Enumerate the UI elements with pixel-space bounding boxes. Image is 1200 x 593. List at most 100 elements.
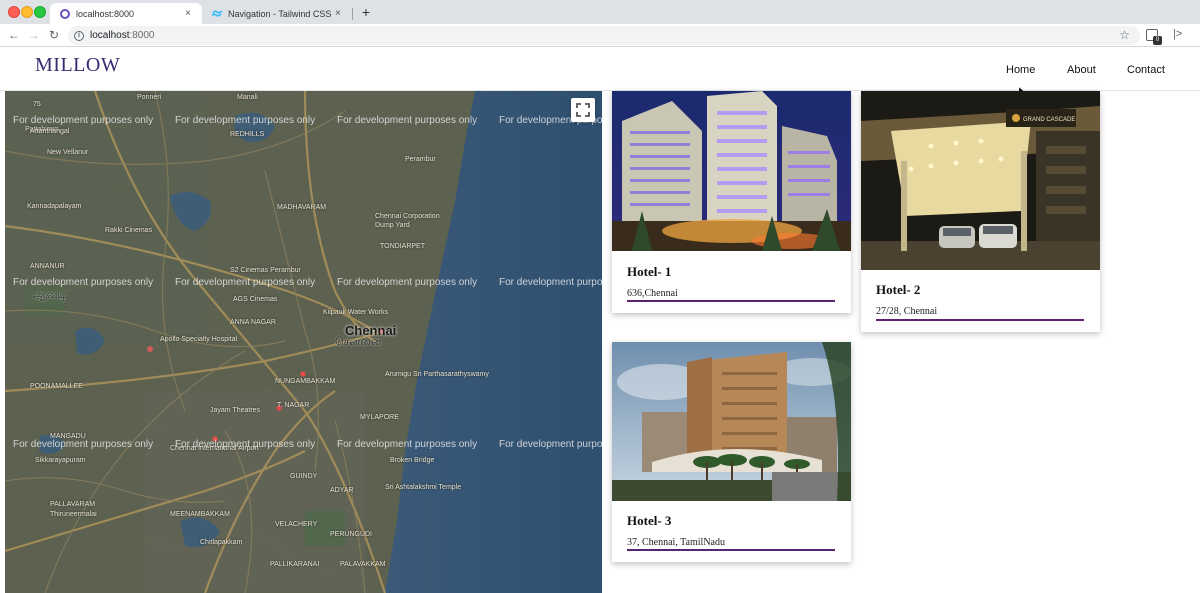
map-label-jayam: Jayam Theatres [210, 407, 261, 414]
map-label-anna-nagar: ANNA NAGAR [230, 319, 276, 326]
map-label-annanur: ANNANUR [30, 263, 65, 270]
hotel-photo [612, 342, 851, 501]
browser-tab-tailwind[interactable]: Navigation - Tailwind CSS × [202, 3, 352, 24]
map-label-dump-yard: Dump Yard [375, 222, 410, 229]
map-label-nungambakkam: NUNGAMBAKKAM [275, 378, 336, 385]
map-label-ags-cinemas: AGS Cinemas [233, 296, 278, 303]
dev-watermark: For development purposes only [13, 439, 154, 450]
map-label-poonamallee: POONAMALLEE [30, 383, 83, 390]
map-label-chitlapakkam: Chitlapakkam [200, 539, 243, 546]
map-label-new-vellanur: New Vellanur [47, 149, 89, 156]
hotel-name: Hotel- 1 [627, 264, 672, 279]
bookmark-star-icon[interactable]: ☆ [1119, 28, 1130, 42]
tab-title: localhost:8000 [76, 8, 135, 19]
tab-divider [352, 8, 353, 20]
map-label-pallikaranai: PALLIKARANAI [270, 561, 320, 568]
window-close-button[interactable] [8, 6, 20, 18]
site-info-icon[interactable]: i [74, 30, 84, 41]
dev-watermark: For development purposes only [13, 115, 154, 126]
hotel-photo [612, 91, 851, 251]
tab-close-icon[interactable]: × [332, 8, 344, 19]
map-label-tondiarpet: TONDIARPET [380, 243, 425, 250]
site-header: MILLOW Home About Contact [0, 48, 1200, 91]
dev-watermark: For development purposes only [175, 115, 316, 126]
map-label-mylapore: MYLAPORE [360, 414, 399, 421]
reload-icon[interactable]: ↻ [47, 28, 61, 42]
window-zoom-button[interactable] [34, 6, 46, 18]
map-label-apollo: Apollo Specialty Hospital [160, 336, 238, 343]
dev-watermark: For development purposes only [499, 439, 602, 450]
map-label-velachery: VELACHERY [275, 521, 318, 528]
map-label-broken-bridge: Broken Bridge [390, 457, 435, 464]
hotel-card[interactable]: Hotel- 1 636,Chennai [612, 91, 851, 313]
map-label-madhavaram: MADHAVARAM [277, 204, 327, 211]
map-label-palavakkam: PALAVAKKAM [340, 561, 386, 568]
url-host: localhost [90, 30, 130, 41]
hotel-photo: GRAND CASCADE [861, 91, 1100, 270]
site-logo[interactable]: MILLOW [35, 54, 120, 77]
dev-watermark: For development purposes only [499, 277, 602, 288]
browser-toolbar: ← → ↻ i localhost:8000 ☆ 0 |> [0, 24, 1200, 47]
url-port: :8000 [129, 30, 155, 41]
fullscreen-icon [576, 103, 590, 117]
map-label-attanthangal: Attanthangal [30, 128, 70, 135]
hotel-sign-text: GRAND CASCADE [1023, 117, 1075, 123]
map-label-pallavaram: PALLAVARAM [50, 501, 96, 508]
map-label-rakki-cinemas: Rakki Cinemas [105, 227, 153, 234]
nav-about-link[interactable]: About [1067, 64, 1096, 76]
map-label-t-nagar: T. NAGAR [277, 402, 310, 409]
forward-arrow-icon[interactable]: → [27, 28, 41, 42]
address-underline [876, 319, 1084, 321]
nav-home-link[interactable]: Home [1006, 64, 1035, 76]
site-favicon-icon [60, 8, 70, 19]
map-label-arumigu: Arumigu Sri Parthasarathyswamy [385, 371, 489, 378]
dev-watermark: For development purposes only [337, 115, 478, 126]
tab-title: Navigation - Tailwind CSS [228, 8, 332, 19]
extension-icon[interactable]: 0 [1146, 29, 1162, 45]
dev-watermark: For development purposes only [175, 439, 316, 450]
map-label-chennai-tamil: சென்னை [335, 336, 382, 348]
map-view[interactable]: Ponneri Manali 75 Pattabiram Attanthanga… [5, 91, 602, 593]
map-label-s2-cinemas: S2 Cinemas Perambur [230, 267, 301, 274]
map-label-perungudi: PERUNGUDI [330, 531, 373, 538]
map-label-manali: Manali [237, 94, 258, 101]
map-fullscreen-button[interactable] [571, 98, 595, 122]
dev-watermark: For development purposes only [13, 277, 154, 288]
nav-contact-link[interactable]: Contact [1127, 64, 1165, 76]
browser-tab-bar: localhost:8000 × Navigation - Tailwind C… [0, 0, 1200, 24]
hotel-name: Hotel- 3 [627, 513, 672, 528]
dev-watermark: For development purposes only [337, 439, 478, 450]
map-label-sikkarayapuram: Sikkarayapuram [35, 457, 86, 464]
extension-badge: 0 [1153, 36, 1162, 45]
browser-tab-localhost[interactable]: localhost:8000 × [50, 3, 202, 24]
dev-watermark: For development purposes only [175, 277, 316, 288]
hotel-name: Hotel- 2 [876, 282, 921, 297]
address-underline [627, 300, 835, 302]
hotel-card[interactable]: GRAND CASCADE Hotel- 2 27/28, Chennai [861, 91, 1100, 332]
address-bar[interactable]: i localhost:8000 ☆ [68, 26, 1140, 45]
hotel-address: 636,Chennai [627, 288, 678, 299]
map-label-redhills: REDHILLS [230, 131, 265, 138]
map-label-adyar: ADYAR [330, 487, 354, 494]
send-tab-icon[interactable]: |> [1173, 28, 1182, 40]
window-minimize-button[interactable] [21, 6, 33, 18]
map-route-75: 75 [33, 101, 41, 108]
map-label-guindy: GUINDY [290, 473, 318, 480]
map-label-chennai-corporation: Chennai Corporation [375, 213, 440, 220]
map-label-perambur: Perambur [405, 156, 436, 163]
hotel-address: 37, Chennai, TamilNadu [627, 537, 725, 548]
tailwind-favicon-icon [211, 9, 223, 19]
new-tab-button[interactable]: + [358, 4, 374, 20]
map-label-kilpauk: Kilpauk Water Works [323, 309, 388, 316]
map-label-meenambakkam: MEENAMBAKKAM [170, 511, 230, 518]
map-label-thiruneermalai: Thiruneermalai [50, 511, 97, 518]
tab-close-icon[interactable]: × [182, 8, 194, 19]
map-label-kannadapalayam: Kannadapalayam [27, 203, 82, 210]
dev-watermark: For development purposes only [337, 277, 478, 288]
address-underline [627, 549, 835, 551]
hotel-card[interactable]: Hotel- 3 37, Chennai, TamilNadu [612, 342, 851, 562]
back-arrow-icon[interactable]: ← [7, 28, 21, 42]
hotel-address: 27/28, Chennai [876, 306, 938, 317]
map-label-ponneri: Ponneri [137, 94, 162, 101]
map-label-avadi: ஆவடி [33, 289, 67, 301]
